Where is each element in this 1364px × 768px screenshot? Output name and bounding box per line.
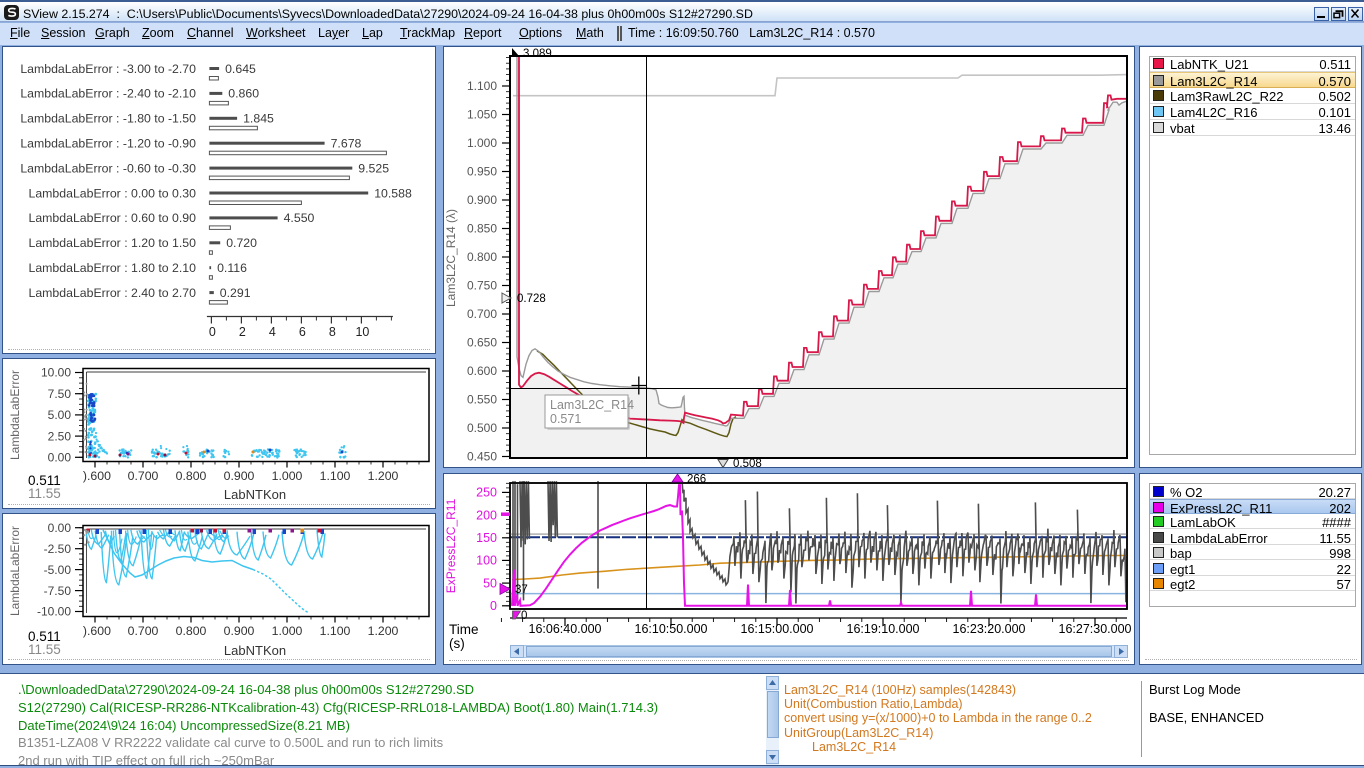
svg-text:10: 10 <box>355 325 369 339</box>
svg-text:7.50: 7.50 <box>48 387 72 401</box>
svg-text:LambdaLabError : 0.00 to 0.30: LambdaLabError : 0.00 to 0.30 <box>29 186 197 200</box>
svg-text:1.100: 1.100 <box>467 79 497 93</box>
svg-text:0.550: 0.550 <box>467 393 497 407</box>
svg-text:0.00: 0.00 <box>48 521 72 535</box>
svg-text:LambdaLabError : 0.60 to 0.90: LambdaLabError : 0.60 to 0.90 <box>29 211 197 225</box>
svg-text:0.700: 0.700 <box>128 624 159 638</box>
svg-text:11.55: 11.55 <box>28 486 61 501</box>
svg-text:16:06:40.000: 16:06:40.000 <box>529 622 602 636</box>
svg-text:2: 2 <box>239 325 246 339</box>
svg-text:(s): (s) <box>449 636 465 651</box>
svg-text:0.650: 0.650 <box>467 336 497 350</box>
svg-text:0: 0 <box>521 610 527 622</box>
svg-text:250: 250 <box>476 486 497 500</box>
svg-text:16:10:50.000: 16:10:50.000 <box>635 622 708 636</box>
svg-text:1.200: 1.200 <box>368 469 399 483</box>
svg-text:200: 200 <box>476 508 497 522</box>
svg-text:150: 150 <box>476 531 497 545</box>
svg-text:6: 6 <box>299 325 306 339</box>
svg-text:LambdaLabError : -1.80 to -1.5: LambdaLabError : -1.80 to -1.50 <box>20 112 196 126</box>
svg-text:1.100: 1.100 <box>320 624 351 638</box>
svg-text:16:27:30.000: 16:27:30.000 <box>1059 622 1132 636</box>
svg-text:).600: ).600 <box>83 624 111 638</box>
svg-text:1.000: 1.000 <box>272 469 303 483</box>
svg-text:Lam3L2C_R14 (λ): Lam3L2C_R14 (λ) <box>444 209 458 307</box>
svg-text:100: 100 <box>476 554 497 568</box>
svg-text:-10.00: -10.00 <box>37 605 71 619</box>
svg-text:1.050: 1.050 <box>467 108 497 122</box>
svg-text:LambdaLabError: LambdaLabError <box>8 526 22 616</box>
svg-text:0.800: 0.800 <box>467 250 497 264</box>
svg-text:LambdaLabError : 1.80 to 2.10: LambdaLabError : 1.80 to 2.10 <box>29 261 197 275</box>
svg-text:).600: ).600 <box>83 469 111 483</box>
svg-text:10.00: 10.00 <box>41 366 71 380</box>
svg-text:Time: Time <box>449 622 479 637</box>
svg-text:LabNTKon: LabNTKon <box>224 487 286 502</box>
svg-text:LambdaLabError: LambdaLabError <box>8 370 22 460</box>
svg-text:Lam3L2C_R14: Lam3L2C_R14 <box>550 398 634 412</box>
svg-text:50: 50 <box>483 576 497 590</box>
svg-text:0.508: 0.508 <box>733 458 762 468</box>
svg-text:LambdaLabError : -0.60 to -0.3: LambdaLabError : -0.60 to -0.30 <box>20 161 196 175</box>
svg-text:1.000: 1.000 <box>467 136 497 150</box>
svg-text:0.600: 0.600 <box>467 364 497 378</box>
svg-text:0.900: 0.900 <box>467 193 497 207</box>
svg-text:0.700: 0.700 <box>128 469 159 483</box>
svg-text:-5.00: -5.00 <box>44 563 72 577</box>
svg-text:3.089: 3.089 <box>523 48 552 60</box>
svg-text:8: 8 <box>329 325 336 339</box>
svg-text:0.800: 0.800 <box>176 624 207 638</box>
svg-text:0.728: 0.728 <box>517 293 546 305</box>
svg-text:LambdaLabError : -3.00 to -2.7: LambdaLabError : -3.00 to -2.70 <box>20 62 196 76</box>
svg-text:0: 0 <box>209 325 216 339</box>
svg-text:0.950: 0.950 <box>467 165 497 179</box>
svg-text:1.845: 1.845 <box>243 112 274 126</box>
svg-text:0.850: 0.850 <box>467 222 497 236</box>
svg-text:5.00: 5.00 <box>48 408 72 422</box>
svg-text:LambdaLabError : 2.40 to 2.70: LambdaLabError : 2.40 to 2.70 <box>29 286 197 300</box>
svg-text:16:15:00.000: 16:15:00.000 <box>741 622 814 636</box>
svg-text:0.750: 0.750 <box>467 279 497 293</box>
svg-text:37: 37 <box>515 584 528 596</box>
svg-text:0.700: 0.700 <box>467 307 497 321</box>
svg-text:266: 266 <box>687 474 706 486</box>
svg-text:0.900: 0.900 <box>224 624 255 638</box>
svg-text:7.678: 7.678 <box>331 137 362 151</box>
svg-text:16:23:20.000: 16:23:20.000 <box>953 622 1026 636</box>
svg-text:0.500: 0.500 <box>467 421 497 435</box>
svg-text:-7.50: -7.50 <box>44 584 72 598</box>
svg-text:0.291: 0.291 <box>220 286 251 300</box>
svg-text:11.55: 11.55 <box>28 642 61 657</box>
svg-text:0.00: 0.00 <box>48 451 72 465</box>
svg-text:4.550: 4.550 <box>284 211 315 225</box>
svg-text:9.525: 9.525 <box>358 161 389 175</box>
svg-text:0.571: 0.571 <box>550 412 581 426</box>
svg-text:LabNTKon: LabNTKon <box>224 643 286 658</box>
svg-text:0.860: 0.860 <box>228 87 259 101</box>
svg-text:LambdaLabError : 1.20 to 1.50: LambdaLabError : 1.20 to 1.50 <box>29 236 197 250</box>
svg-text:10.588: 10.588 <box>374 186 412 200</box>
svg-text:4: 4 <box>269 325 276 339</box>
svg-text:0.900: 0.900 <box>224 469 255 483</box>
svg-text:ExPressL2C_R11: ExPressL2C_R11 <box>444 498 458 593</box>
svg-text:LambdaLabError : -2.40 to -2.1: LambdaLabError : -2.40 to -2.10 <box>20 87 196 101</box>
svg-text:0: 0 <box>490 599 497 613</box>
svg-text:0.720: 0.720 <box>226 236 257 250</box>
svg-text:-2.50: -2.50 <box>44 542 72 556</box>
svg-text:0.116: 0.116 <box>217 261 247 275</box>
svg-text:16:19:10.000: 16:19:10.000 <box>847 622 920 636</box>
svg-text:1.200: 1.200 <box>368 624 399 638</box>
svg-text:1.000: 1.000 <box>272 624 303 638</box>
svg-text:0.800: 0.800 <box>176 469 207 483</box>
svg-text:LambdaLabError : -1.20 to -0.9: LambdaLabError : -1.20 to -0.90 <box>20 137 196 151</box>
svg-text:0.450: 0.450 <box>467 450 497 464</box>
svg-text:2.50: 2.50 <box>48 429 72 443</box>
svg-text:1.100: 1.100 <box>320 469 351 483</box>
svg-text:0.645: 0.645 <box>225 62 256 76</box>
